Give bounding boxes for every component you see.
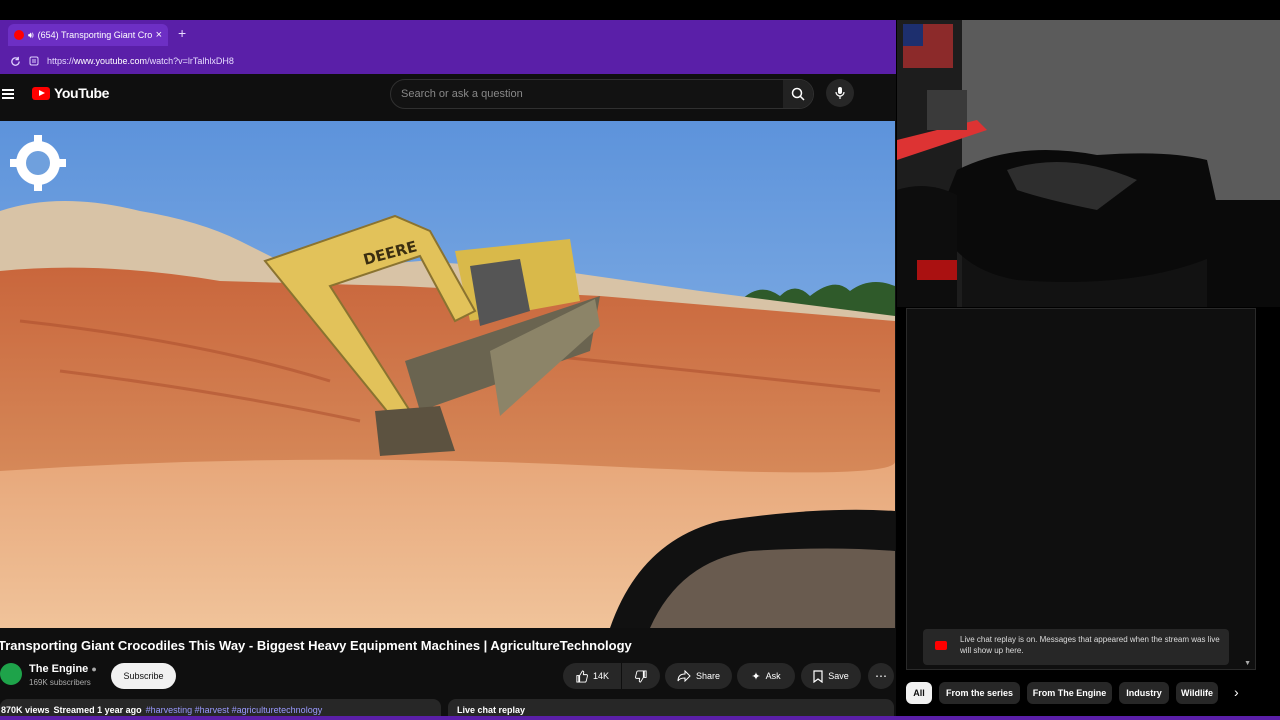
site-info-icon[interactable] [29,56,39,66]
subscribe-button[interactable]: Subscribe [111,663,176,689]
browser-chrome: 🔊︎ (654) Transporting Giant Croc × + htt… [0,20,896,74]
chip-wildlife[interactable]: Wildlife [1176,682,1218,704]
url-path: /watch?v=lrTalhlxDH8 [147,56,234,66]
share-icon [677,670,691,682]
youtube-logo-text: YouTube [54,85,110,101]
hamburger-menu-icon[interactable] [2,87,14,99]
browser-tab[interactable]: 🔊︎ (654) Transporting Giant Croc × [8,24,168,46]
bookmark-icon [813,669,823,683]
ask-button[interactable]: ✦ Ask [737,663,795,689]
hashtags[interactable]: #harvesting #harvest #agriculturetechnol… [146,705,323,715]
thumbs-up-icon [576,669,588,683]
new-tab-button[interactable]: + [178,25,186,41]
webcam-image [897,20,1280,307]
view-count: 870K views [1,704,50,715]
bottom-accent-bar [0,716,1280,720]
youtube-favicon-icon [14,30,24,40]
youtube-logo[interactable]: YouTube [32,85,109,101]
chat-replay-message: Live chat replay is on. Messages that ap… [960,635,1220,655]
video-player[interactable]: DEERE [0,121,895,628]
related-filter-chips: All From the series From The Engine Indu… [906,682,1256,704]
like-count: 14K [592,671,609,681]
chevron-right-icon[interactable]: › [1234,684,1239,700]
verified-icon: ● [91,664,97,674]
channel-name[interactable]: The Engine ● [29,663,97,675]
voice-search-button[interactable] [826,79,854,107]
save-label: Save [828,671,849,681]
chip-from-the-engine[interactable]: From The Engine [1027,682,1112,704]
share-button[interactable]: Share [665,663,732,689]
like-button[interactable]: 14K [563,663,621,689]
chat-replay-notice: Live chat replay is on. Messages that ap… [923,629,1229,665]
subscriber-count: 169K subscribers [29,678,91,687]
sparkle-icon: ✦ [751,670,761,683]
thumbs-down-icon [634,669,647,683]
tab-title: (654) Transporting Giant Croc [37,30,152,40]
top-black-bar [0,0,1280,20]
dislike-button[interactable] [622,663,660,689]
channel-row: The Engine ● 169K subscribers Subscribe … [0,663,896,691]
chip-industry[interactable]: Industry [1119,682,1169,704]
live-chat-panel: Live chat replay is on. Messages that ap… [906,308,1256,670]
webcam-overlay [897,20,1280,307]
scroll-down-icon[interactable]: ▼ [1244,660,1251,667]
share-label: Share [695,671,721,681]
url-text[interactable]: https://www.youtube.com/watch?v=lrTalhlx… [47,56,234,66]
video-title: Transporting Giant Crocodiles This Way -… [0,638,632,653]
ask-label: Ask [765,671,781,681]
live-chat-replay-label: Live chat replay [457,704,526,715]
reload-icon[interactable] [10,56,21,67]
search-button[interactable] [783,80,813,108]
chip-all[interactable]: All [906,682,932,704]
search-placeholder: Search or ask a question [401,88,523,100]
url-prefix: https:// [47,56,75,66]
youtube-icon [935,641,947,650]
more-actions-button[interactable]: ⋯ [868,663,894,689]
video-frame: DEERE [0,121,895,628]
youtube-play-icon [32,86,50,100]
microphone-icon [835,87,845,99]
speaker-icon: 🔊︎ [28,29,34,40]
address-bar[interactable]: https://www.youtube.com/watch?v=lrTalhlx… [0,50,896,72]
url-host: www.youtube.com [74,56,148,66]
channel-avatar[interactable] [0,663,22,685]
stream-date: Streamed 1 year ago [53,704,142,715]
search-icon [791,87,805,101]
youtube-header: YouTube Search or ask a question [0,74,896,118]
save-button[interactable]: Save [801,663,861,689]
search-box[interactable]: Search or ask a question [390,79,814,109]
close-tab-icon[interactable]: × [156,29,162,41]
chip-from-series[interactable]: From the series [939,682,1020,704]
youtube-page: YouTube Search or ask a question DEERE T… [0,74,896,720]
